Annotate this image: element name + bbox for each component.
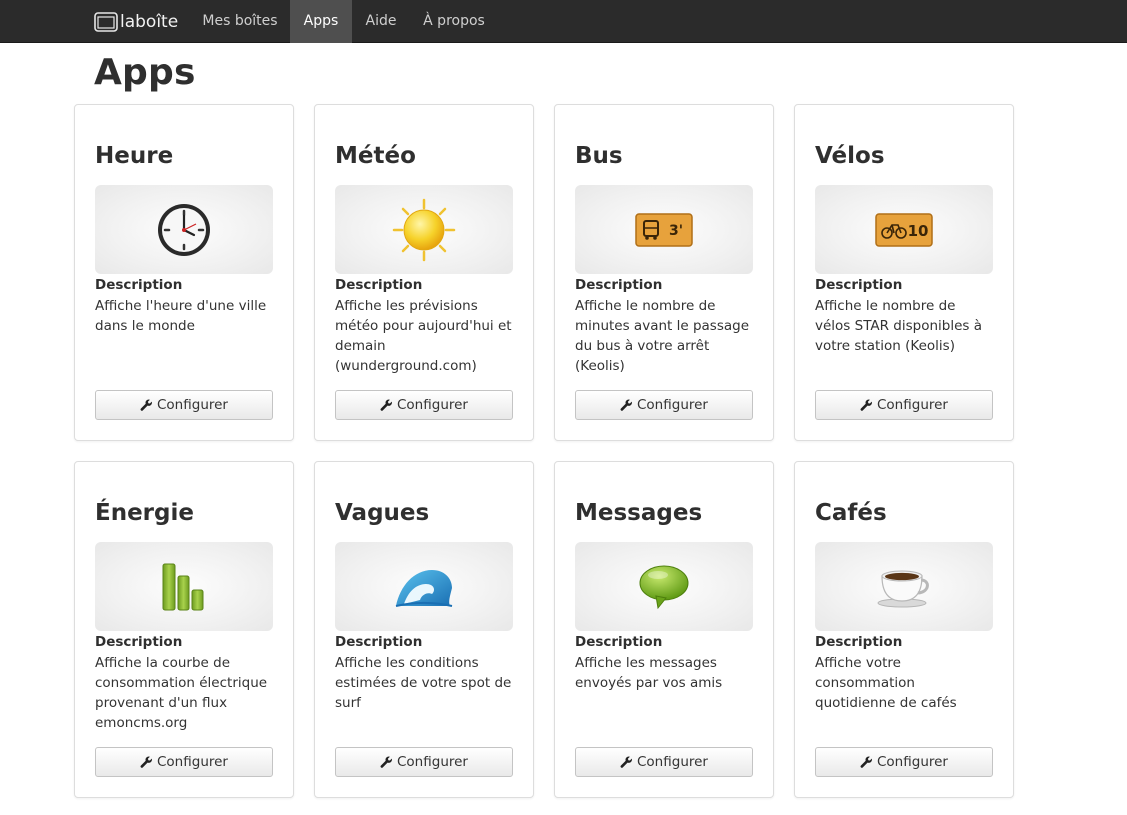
app-card-heure: Heure Description Affiche l'heure d'une … bbox=[74, 104, 294, 441]
app-image bbox=[575, 542, 753, 631]
app-title: Heure bbox=[95, 143, 174, 169]
brand-name: laboîte bbox=[120, 11, 179, 32]
app-title: Météo bbox=[335, 143, 416, 169]
app-image bbox=[95, 185, 273, 274]
page-title: Apps bbox=[94, 52, 196, 93]
app-description: Affiche les conditions estimées de votre… bbox=[335, 655, 512, 711]
configure-label: Configurer bbox=[157, 397, 228, 413]
energy-bars-icon bbox=[162, 563, 204, 610]
nav-item-aide[interactable]: Aide bbox=[356, 0, 406, 43]
description-label: Description bbox=[335, 634, 423, 650]
app-card-vagues: Vagues Description Affiche les condition… bbox=[314, 461, 534, 798]
clock-icon bbox=[158, 203, 210, 256]
speech-bubble-icon bbox=[639, 565, 689, 609]
configure-button[interactable]: Configurer bbox=[815, 390, 993, 420]
nav-item-mes-boites[interactable]: Mes boîtes bbox=[194, 0, 286, 43]
configure-button[interactable]: Configurer bbox=[575, 390, 753, 420]
app-card-bus: Bus 3' Description Affiche le nombre de … bbox=[554, 104, 774, 441]
description-label: Description bbox=[95, 277, 183, 293]
app-card-velos: Vélos 10 Description Affiche le nombre d… bbox=[794, 104, 1014, 441]
app-image: 3' bbox=[575, 185, 753, 274]
app-description: Affiche la courbe de consommation électr… bbox=[95, 655, 268, 731]
configure-button[interactable]: Configurer bbox=[335, 390, 513, 420]
configure-button[interactable]: Configurer bbox=[95, 390, 273, 420]
app-card-messages: Messages Description Affiche les message… bbox=[554, 461, 774, 798]
configure-button[interactable]: Configurer bbox=[95, 747, 273, 777]
description-label: Description bbox=[95, 634, 183, 650]
nav-item-a-propos[interactable]: À propos bbox=[414, 0, 494, 43]
app-title: Messages bbox=[575, 500, 703, 526]
configure-label: Configurer bbox=[157, 754, 228, 770]
app-description: Affiche l'heure d'une ville dans le mond… bbox=[95, 298, 267, 334]
app-description: Affiche votre consommation quotidienne d… bbox=[815, 655, 957, 711]
app-description: Affiche les messages envoyés par vos ami… bbox=[575, 655, 723, 691]
description-label: Description bbox=[815, 634, 903, 650]
nav-item-apps[interactable]: Apps bbox=[290, 0, 352, 43]
configure-label: Configurer bbox=[637, 397, 708, 413]
app-title: Cafés bbox=[815, 500, 887, 526]
app-card-cafes: Cafés Description Affiche votre consomma… bbox=[794, 461, 1014, 798]
laboite-logo-icon bbox=[94, 11, 118, 32]
app-card-meteo: Météo Description Affiche les prévisions… bbox=[314, 104, 534, 441]
top-navbar: laboîte Mes boîtes Apps Aide À propos bbox=[0, 0, 1127, 43]
app-image bbox=[95, 542, 273, 631]
wrench-icon bbox=[620, 756, 632, 768]
app-title: Énergie bbox=[95, 500, 194, 526]
bus-minutes: 3' bbox=[669, 223, 683, 239]
configure-label: Configurer bbox=[397, 754, 468, 770]
app-title: Bus bbox=[575, 143, 623, 169]
configure-button[interactable]: Configurer bbox=[575, 747, 753, 777]
app-description: Affiche les prévisions météo pour aujour… bbox=[335, 298, 512, 374]
app-image: 10 bbox=[815, 185, 993, 274]
configure-label: Configurer bbox=[637, 754, 708, 770]
bus-icon: 3' bbox=[635, 212, 693, 247]
wrench-icon bbox=[860, 756, 872, 768]
app-card-energie: Énergie Description Affiche la courbe de… bbox=[74, 461, 294, 798]
brand-link[interactable]: laboîte bbox=[94, 0, 178, 43]
coffee-cup-icon bbox=[877, 570, 929, 607]
app-image bbox=[815, 542, 993, 631]
bike-count: 10 bbox=[908, 222, 929, 240]
description-label: Description bbox=[335, 277, 423, 293]
app-image bbox=[335, 185, 513, 274]
app-description: Affiche le nombre de vélos STAR disponib… bbox=[815, 298, 983, 354]
configure-button[interactable]: Configurer bbox=[815, 747, 993, 777]
description-label: Description bbox=[815, 277, 903, 293]
app-title: Vélos bbox=[815, 143, 885, 169]
wrench-icon bbox=[860, 399, 872, 411]
configure-label: Configurer bbox=[877, 754, 948, 770]
app-image bbox=[335, 542, 513, 631]
wave-icon bbox=[395, 569, 453, 607]
wrench-icon bbox=[620, 399, 632, 411]
configure-label: Configurer bbox=[397, 397, 468, 413]
description-label: Description bbox=[575, 277, 663, 293]
description-label: Description bbox=[575, 634, 663, 650]
configure-button[interactable]: Configurer bbox=[335, 747, 513, 777]
app-title: Vagues bbox=[335, 500, 430, 526]
app-description: Affiche le nombre de minutes avant le pa… bbox=[575, 298, 750, 374]
bike-icon: 10 bbox=[875, 212, 933, 247]
wrench-icon bbox=[380, 756, 392, 768]
wrench-icon bbox=[140, 756, 152, 768]
wrench-icon bbox=[140, 399, 152, 411]
configure-label: Configurer bbox=[877, 397, 948, 413]
wrench-icon bbox=[380, 399, 392, 411]
sun-icon bbox=[392, 198, 456, 261]
